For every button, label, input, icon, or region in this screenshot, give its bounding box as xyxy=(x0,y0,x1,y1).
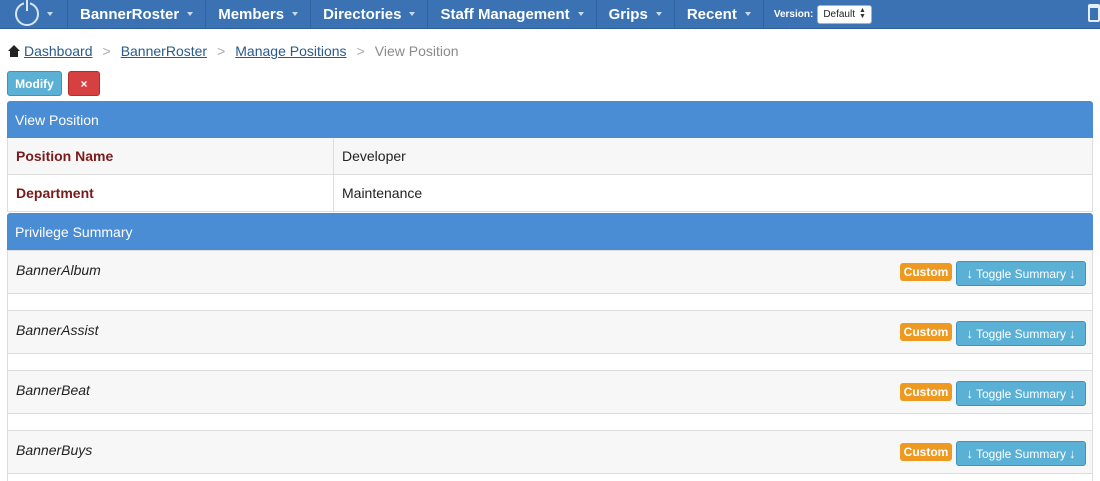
privilege-row-bannerassist: BannerAssist Custom ↓ Toggle Summary ↓ xyxy=(7,310,1093,353)
chevron-down-icon xyxy=(292,12,299,16)
breadcrumb-link-bannerroster[interactable]: BannerRoster xyxy=(121,43,207,59)
detail-label: Department xyxy=(8,175,334,211)
privilege-summary-body xyxy=(7,293,1093,310)
arrow-down-icon: ↓ xyxy=(966,266,973,281)
nav-menu-members[interactable]: Members xyxy=(206,0,312,28)
breadcrumb: Dashboard > BannerRoster > Manage Positi… xyxy=(8,42,459,60)
privilege-name: BannerAssist xyxy=(16,322,99,338)
modify-button[interactable]: Modify xyxy=(7,71,62,96)
toggle-summary-label: Toggle Summary xyxy=(975,266,1067,281)
toggle-summary-button[interactable]: ↓ Toggle Summary ↓ xyxy=(956,321,1086,346)
nav-menu-label: Directories xyxy=(323,5,402,23)
breadcrumb-link-dashboard[interactable]: Dashboard xyxy=(24,43,93,59)
chevron-down-icon xyxy=(409,12,416,16)
arrow-down-icon: ↓ xyxy=(1069,386,1076,401)
privilege-summary-body xyxy=(7,473,1093,481)
detail-row-department: Department Maintenance xyxy=(7,175,1093,212)
arrow-down-icon: ↓ xyxy=(966,386,973,401)
custom-badge: Custom xyxy=(900,263,952,281)
breadcrumb-separator: > xyxy=(356,43,365,59)
nav-menu-label: Grips xyxy=(608,5,648,23)
toggle-summary-label: Toggle Summary xyxy=(975,326,1067,341)
breadcrumb-current: View Position xyxy=(374,43,459,59)
detail-row-position-name: Position Name Developer xyxy=(7,138,1093,175)
panel-title: View Position xyxy=(15,111,99,128)
arrow-down-icon: ↓ xyxy=(1069,446,1076,461)
arrow-down-icon: ↓ xyxy=(966,446,973,461)
select-arrows-icon: ▲ ▼ xyxy=(859,7,866,20)
close-icon: × xyxy=(80,76,88,91)
breadcrumb-home[interactable]: Dashboard xyxy=(8,43,93,59)
nav-menu-label: BannerRoster xyxy=(80,5,180,23)
nav-menu-grips[interactable]: Grips xyxy=(597,0,675,28)
toggle-summary-button[interactable]: ↓ Toggle Summary ↓ xyxy=(956,441,1086,466)
privilege-name: BannerBeat xyxy=(16,382,90,398)
toggle-summary-button[interactable]: ↓ Toggle Summary ↓ xyxy=(956,261,1086,286)
version-value: Default xyxy=(823,8,855,20)
detail-value: Maintenance xyxy=(342,185,423,201)
chevron-down-icon xyxy=(744,12,751,16)
nav-menu-label: Staff Management xyxy=(440,5,570,23)
top-navbar: BannerRoster Members Directories Staff M… xyxy=(0,0,1100,29)
arrow-down-icon: ↓ xyxy=(966,326,973,341)
custom-badge: Custom xyxy=(900,383,952,401)
chevron-down-icon xyxy=(577,12,584,16)
nav-menu-label: Recent xyxy=(686,5,737,23)
arrow-down-icon: ↓ xyxy=(1069,326,1076,341)
chevron-down-icon xyxy=(187,12,194,16)
nav-menu-directories[interactable]: Directories xyxy=(311,0,429,28)
calendar-icon[interactable] xyxy=(1088,4,1100,22)
breadcrumb-separator: > xyxy=(217,43,226,59)
toggle-summary-label: Toggle Summary xyxy=(975,386,1067,401)
toggle-summary-label: Toggle Summary xyxy=(975,446,1067,461)
privilege-name: BannerAlbum xyxy=(16,262,101,278)
arrow-down-icon: ↓ xyxy=(1069,266,1076,281)
privilege-summary-body xyxy=(7,413,1093,430)
nav-menu-label: Members xyxy=(218,5,285,23)
home-icon xyxy=(8,45,20,57)
breadcrumb-link-manage-positions[interactable]: Manage Positions xyxy=(235,43,346,59)
privilege-row-banneralbum: BannerAlbum Custom ↓ Toggle Summary ↓ xyxy=(7,250,1093,293)
custom-badge: Custom xyxy=(900,323,952,341)
privilege-name: BannerBuys xyxy=(16,442,93,458)
detail-label: Position Name xyxy=(8,138,334,174)
version-label: Version: xyxy=(773,8,814,20)
power-icon xyxy=(14,0,39,26)
privilege-summary-body xyxy=(7,353,1093,370)
delete-button[interactable]: × xyxy=(68,71,100,96)
nav-menu-staff-management[interactable]: Staff Management xyxy=(428,0,597,28)
nav-menu-recent[interactable]: Recent xyxy=(675,0,764,28)
panel-title: Privilege Summary xyxy=(15,223,133,240)
breadcrumb-separator: > xyxy=(102,43,111,59)
nav-menu-bannerroster[interactable]: BannerRoster xyxy=(68,0,207,28)
privilege-row-bannerbuys: BannerBuys Custom ↓ Toggle Summary ↓ xyxy=(7,430,1093,473)
version-control: Version: Default ▲ ▼ xyxy=(764,0,882,28)
privilege-summary-heading: Privilege Summary xyxy=(7,213,1093,250)
toggle-summary-button[interactable]: ↓ Toggle Summary ↓ xyxy=(956,381,1086,406)
power-menu[interactable] xyxy=(0,0,68,28)
chevron-down-icon xyxy=(655,12,662,16)
version-select[interactable]: Default ▲ ▼ xyxy=(817,4,872,24)
view-position-heading: View Position xyxy=(7,101,1093,138)
detail-value: Developer xyxy=(342,148,406,164)
custom-badge: Custom xyxy=(900,443,952,461)
privilege-row-bannerbeat: BannerBeat Custom ↓ Toggle Summary ↓ xyxy=(7,370,1093,413)
chevron-down-icon xyxy=(46,12,53,16)
